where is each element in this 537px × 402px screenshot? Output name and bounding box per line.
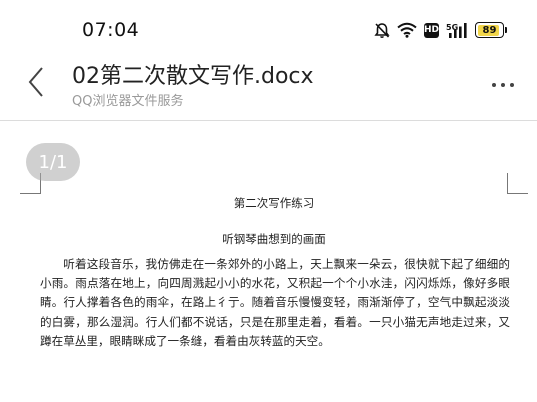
more-horizontal-icon-dot [501, 83, 505, 87]
document-title: 02第二次散文写作.docx [72, 64, 314, 89]
screen: 07:04 HD 5G 89 02第二次散文写作.docx QQ浏览器文件服务 … [0, 0, 537, 402]
wifi-icon [397, 22, 417, 38]
more-options-button[interactable] [483, 70, 523, 100]
chevron-left-icon [27, 66, 45, 102]
status-time: 07:04 [82, 19, 140, 41]
more-horizontal-icon-dot [492, 83, 496, 87]
5g-signal-icon: 5G [446, 22, 468, 39]
app-header: 02第二次散文写作.docx QQ浏览器文件服务 [0, 58, 537, 121]
battery-level-text: 89 [482, 24, 497, 36]
document-heading: 第二次写作练习 [233, 196, 315, 210]
document-source: QQ浏览器文件服务 [72, 94, 184, 109]
document-subheading: 听钢琴曲想到的画面 [222, 232, 326, 246]
status-bar: 07:04 HD 5G 89 [0, 0, 537, 58]
page-indicator: 1/1 [26, 143, 80, 181]
battery-cap [505, 27, 507, 33]
back-button[interactable] [18, 64, 54, 104]
document-viewer[interactable]: 1/1 第二次写作练习 听钢琴曲想到的画面 听着这段音乐，我仿佛走在一条郊外的小… [0, 121, 537, 402]
status-icons: HD 5G 89 [374, 19, 507, 41]
battery-icon: 89 [475, 22, 507, 38]
more-horizontal-icon-dot [510, 83, 514, 87]
document-paragraph: 听着这段音乐，我仿佛走在一条郊外的小路上，天上飘来一朵云，很快就下起了细细的小雨… [40, 257, 510, 348]
page-corner-mark-right [507, 173, 528, 194]
battery-body: 89 [475, 22, 504, 38]
mute-bell-icon [374, 22, 390, 39]
hd-icon: HD [424, 22, 439, 38]
